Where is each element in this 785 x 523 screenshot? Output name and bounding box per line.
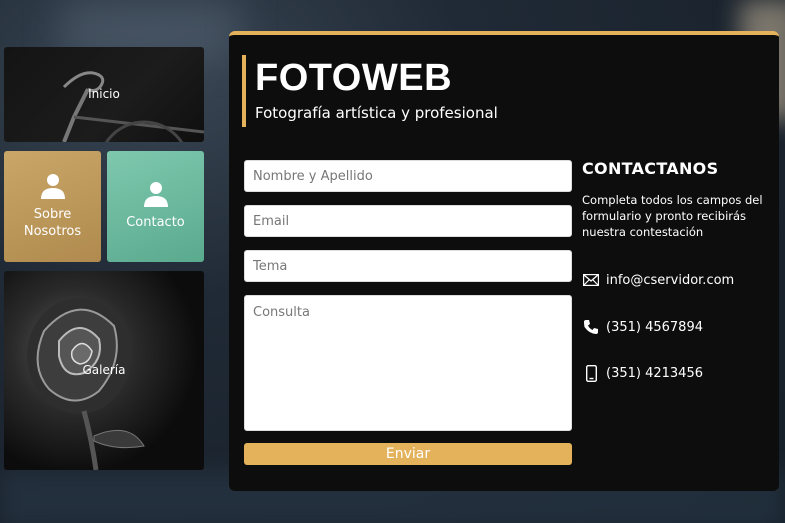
- topic-input[interactable]: Tema: [244, 250, 572, 282]
- nav-label-inicio: Inicio: [88, 87, 120, 101]
- nav-tile-galeria[interactable]: Galería: [4, 271, 204, 470]
- name-input[interactable]: Nombre y Apellido: [244, 160, 572, 192]
- brand-block: FOTOWEB Fotografía artística y profesion…: [242, 55, 498, 127]
- nav-label-line: Sobre: [33, 207, 72, 222]
- contact-phone-row: (351) 4567894: [582, 318, 703, 336]
- site-title: FOTOWEB: [255, 57, 453, 99]
- site-subtitle: Fotografía artística y profesional: [255, 104, 498, 122]
- user-icon: [40, 174, 65, 199]
- email-input[interactable]: Email: [244, 205, 572, 237]
- nav-tile-contacto[interactable]: Contacto: [107, 151, 204, 262]
- contact-mobile-row: (351) 4213456: [582, 364, 703, 382]
- submit-button[interactable]: Enviar: [244, 443, 572, 465]
- user-icon: [143, 182, 168, 207]
- contact-email[interactable]: info@cservidor.com: [606, 273, 734, 288]
- mobile-icon: [582, 364, 600, 382]
- contact-panel: FOTOWEB Fotografía artística y profesion…: [229, 31, 779, 491]
- contact-heading: CONTACTANOS: [582, 159, 719, 178]
- nav-tile-inicio[interactable]: Inicio: [4, 47, 204, 142]
- nav-label-contacto: Contacto: [126, 215, 185, 230]
- nav-label-line: Nosotros: [23, 224, 82, 239]
- contact-description: Completa todos los campos del formulario…: [582, 193, 763, 239]
- contact-info: CONTACTANOS Completa todos los campos de…: [582, 159, 772, 382]
- phone-icon: [582, 318, 600, 336]
- contact-email-row: info@cservidor.com: [582, 271, 734, 289]
- nav-tile-sobre-nosotros[interactable]: Sobre Nosotros: [4, 151, 101, 262]
- contact-mobile[interactable]: (351) 4213456: [606, 366, 703, 381]
- message-textarea[interactable]: Consulta: [244, 295, 572, 431]
- nav-label-galeria: Galería: [82, 363, 126, 377]
- mail-icon: [582, 271, 600, 289]
- contact-phone[interactable]: (351) 4567894: [606, 320, 703, 335]
- nav-label-sobre-nosotros: Sobre Nosotros: [4, 206, 101, 240]
